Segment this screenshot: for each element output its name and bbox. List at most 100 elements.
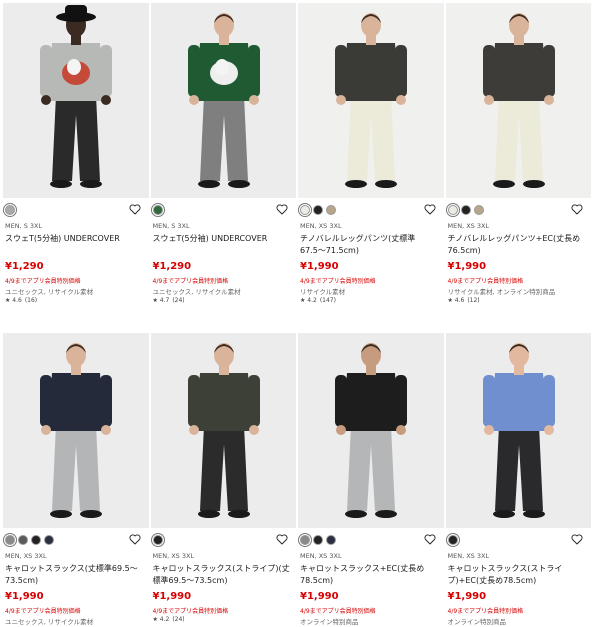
promo-text: 4/9までアプリ会員特別価格 (5, 278, 81, 285)
product-grid: MEN, S 3XL スウェT(5分袖) UNDERCOVER ¥1,290 4/9ま… (3, 3, 591, 627)
product-card[interactable]: MEN, XS 3XL キャロットスラックス(ストライプ)(丈標準69.5〜73.… (150, 333, 296, 627)
color-swatch[interactable] (152, 205, 163, 215)
gender-size-label: MEN, XS 3XL (152, 552, 195, 560)
rating-value: ★ 4.6 (5, 297, 22, 304)
product-rating: ★ 4.7 (24) (153, 297, 185, 304)
color-swatch[interactable] (313, 535, 323, 545)
rating-value: ★ 4.6 (447, 297, 465, 304)
product-price: ¥1,990 (152, 591, 192, 602)
color-swatch[interactable] (18, 535, 28, 545)
color-swatches (5, 205, 15, 215)
product-name[interactable]: スウェT(5分袖) UNDERCOVER (153, 233, 291, 245)
color-swatch[interactable] (300, 205, 310, 215)
review-count: (24) (172, 616, 185, 623)
product-name[interactable]: チノバレルレッグパンツ(丈標準67.5〜71.5cm) (300, 233, 438, 257)
review-count: (16) (24, 297, 38, 304)
favorite-heart-icon[interactable] (571, 204, 583, 215)
color-swatch[interactable] (152, 535, 163, 545)
product-photo-figure (298, 3, 444, 198)
favorite-heart-icon[interactable] (424, 204, 436, 215)
color-swatch[interactable] (473, 205, 484, 215)
favorite-heart-icon[interactable] (276, 204, 288, 215)
product-image[interactable] (445, 333, 591, 528)
product-photo-figure (150, 333, 296, 528)
promo-text: 4/9までアプリ会員特別価格 (300, 278, 376, 285)
color-swatches (447, 205, 484, 215)
favorite-heart-icon[interactable] (129, 204, 141, 215)
color-swatches (152, 535, 163, 545)
color-swatch[interactable] (313, 205, 323, 215)
product-image[interactable] (3, 333, 149, 528)
color-swatch[interactable] (460, 205, 471, 215)
product-tags: ユニセックス, リサイクル素材 (152, 288, 241, 296)
product-row: MEN, XS 3XL キャロットスラックス(丈標準69.5〜73.5cm) ¥1,… (3, 333, 591, 627)
product-tags: リサイクル素材, オンライン特別商品 (447, 288, 556, 296)
product-photo-figure (150, 3, 296, 198)
review-count: (24) (172, 297, 185, 304)
rating-value: ★ 4.2 (300, 297, 317, 304)
promo-text: 4/9までアプリ会員特別価格 (447, 608, 524, 615)
product-image[interactable] (150, 333, 296, 528)
product-tags: ユニセックス, リサイクル素材 (5, 618, 94, 626)
color-swatch[interactable] (447, 205, 458, 215)
color-swatch[interactable] (5, 205, 15, 215)
product-name[interactable]: スウェT(5分袖) UNDERCOVER (5, 233, 143, 245)
promo-text: 4/9までアプリ会員特別価格 (152, 278, 229, 285)
color-swatch[interactable] (300, 535, 310, 545)
product-card[interactable]: MEN, XS 3XL チノバレルレッグパンツ(丈標準67.5〜71.5cm) ¥1… (298, 3, 444, 323)
product-price: ¥1,990 (300, 591, 339, 602)
color-swatch[interactable] (326, 535, 336, 545)
product-card[interactable]: MEN, S 3XL スウェT(5分袖) UNDERCOVER ¥1,290 4/9ま… (3, 3, 149, 323)
gender-size-label: MEN, S 3XL (5, 222, 43, 230)
product-photo-figure (445, 3, 591, 198)
color-swatch[interactable] (5, 535, 15, 545)
product-row: MEN, S 3XL スウェT(5分袖) UNDERCOVER ¥1,290 4/9ま… (3, 3, 591, 323)
gender-size-label: MEN, XS 3XL (300, 552, 342, 560)
product-price: ¥1,290 (152, 261, 192, 272)
color-swatch[interactable] (326, 205, 336, 215)
product-price: ¥1,990 (447, 261, 487, 272)
favorite-heart-icon[interactable] (276, 534, 288, 545)
product-name[interactable]: キャロットスラックス(ストライプ)(丈標準69.5〜73.5cm) (153, 563, 291, 587)
review-count: (12) (467, 297, 480, 304)
color-swatch[interactable] (44, 535, 54, 545)
product-image[interactable] (445, 3, 591, 198)
color-swatches (5, 535, 54, 545)
product-card[interactable]: MEN, XS 3XL チノバレルレッグパンツ+EC(丈長め76.5cm) ¥1,9… (445, 3, 591, 323)
promo-text: 4/9までアプリ会員特別価格 (447, 278, 524, 285)
product-name[interactable]: チノバレルレッグパンツ+EC(丈長め76.5cm) (448, 233, 586, 257)
favorite-heart-icon[interactable] (571, 534, 583, 545)
product-rating: ★ 4.6 (16) (5, 297, 37, 304)
color-swatches (300, 205, 336, 215)
product-rating: ★ 4.6 (12) (448, 297, 480, 304)
product-image[interactable] (3, 3, 149, 198)
product-tags: リサイクル素材 (300, 288, 346, 296)
product-rating: ★ 4.2 (24) (153, 616, 185, 623)
product-image[interactable] (298, 3, 444, 198)
product-tags: オンライン特別商品 (447, 618, 507, 626)
product-card[interactable]: MEN, XS 3XL キャロットスラックス(丈標準69.5〜73.5cm) ¥1,… (3, 333, 149, 627)
color-swatch[interactable] (447, 535, 458, 545)
product-photo-figure (3, 333, 149, 528)
product-card[interactable]: MEN, XS 3XL キャロットスラックス+EC(丈長め78.5cm) ¥1,99… (298, 333, 444, 627)
gender-size-label: MEN, XS 3XL (447, 222, 490, 230)
rating-value: ★ 4.2 (152, 616, 170, 623)
product-image[interactable] (298, 333, 444, 528)
favorite-heart-icon[interactable] (129, 534, 141, 545)
gender-size-label: MEN, XS 3XL (5, 552, 47, 560)
product-name[interactable]: キャロットスラックス(丈標準69.5〜73.5cm) (5, 563, 143, 587)
product-rating: ★ 4.2 (147) (300, 297, 336, 304)
review-count: (147) (319, 297, 336, 304)
color-swatch[interactable] (31, 535, 41, 545)
product-price: ¥1,990 (5, 591, 44, 602)
product-card[interactable]: MEN, XS 3XL キャロットスラックス(ストライプ)+EC(丈長め78.5c… (445, 333, 591, 627)
product-photo-figure (3, 3, 149, 198)
color-swatches (447, 535, 458, 545)
product-name[interactable]: キャロットスラックス(ストライプ)+EC(丈長め78.5cm) (448, 563, 586, 587)
product-name[interactable]: キャロットスラックス+EC(丈長め78.5cm) (300, 563, 438, 587)
product-photo-figure (445, 333, 591, 528)
favorite-heart-icon[interactable] (424, 534, 436, 545)
product-card[interactable]: MEN, S 3XL スウェT(5分袖) UNDERCOVER ¥1,290 4/9ま… (150, 3, 296, 323)
product-image[interactable] (150, 3, 296, 198)
promo-text: 4/9までアプリ会員特別価格 (152, 608, 229, 615)
